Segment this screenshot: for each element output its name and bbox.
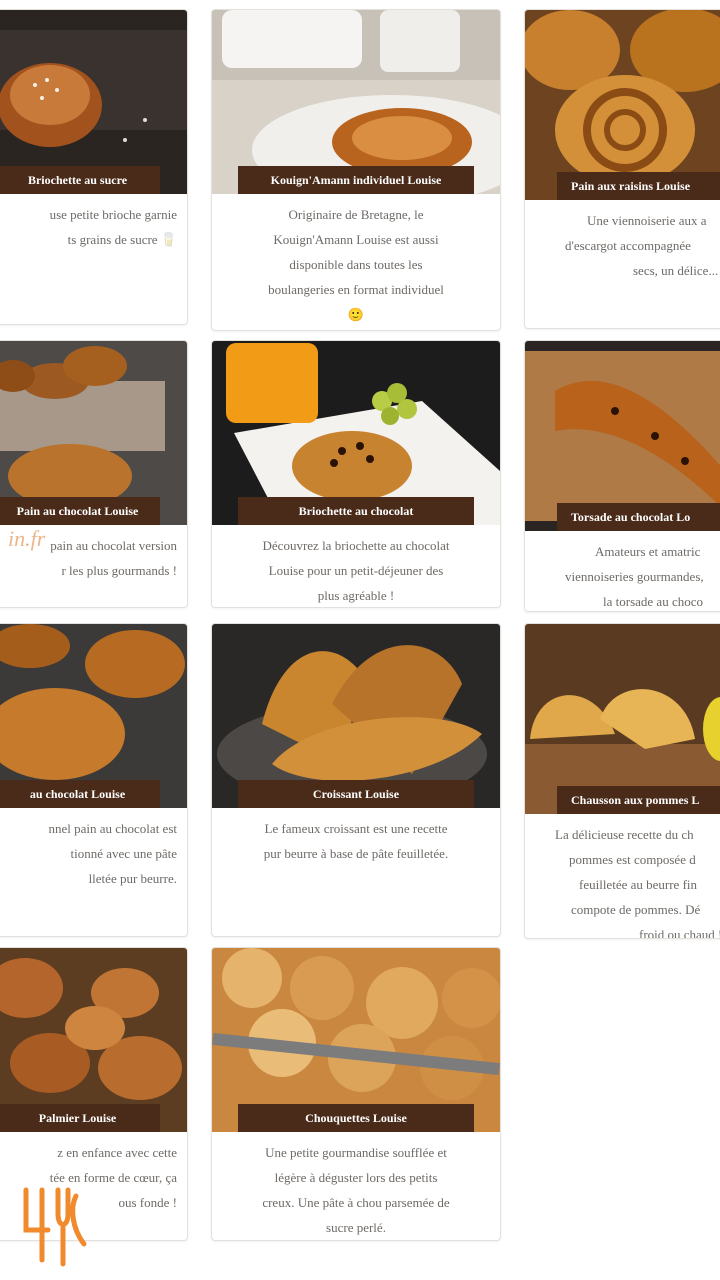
- fork-logo-icon: [23, 1187, 87, 1267]
- product-card-pain-chocolat[interactable]: Pain au chocolat Louise pain au chocolat…: [0, 340, 188, 608]
- product-card-pain-raisins[interactable]: Pain aux raisins Louise Une viennoiserie…: [524, 9, 720, 329]
- product-card-briochette-chocolat[interactable]: Briochette au chocolat Découvrez la brio…: [211, 340, 501, 608]
- product-photo[interactable]: Briochette au sucre: [0, 10, 187, 194]
- product-description: Découvrez la briochette au chocolat Loui…: [262, 538, 450, 603]
- product-photo[interactable]: Chouquettes Louise: [212, 948, 500, 1132]
- product-card-torsade-chocolat[interactable]: Torsade au chocolat Lo Amateurs et amatr…: [524, 340, 720, 612]
- product-photo[interactable]: Palmier Louise: [0, 948, 187, 1132]
- product-card-chausson-pommes[interactable]: Chausson aux pommes L La délicieuse rece…: [524, 623, 720, 939]
- product-description: Amateurs et amatric viennoiseries gourma…: [565, 544, 704, 609]
- product-card-croissant[interactable]: Croissant Louise Le fameux croissant est…: [211, 623, 501, 937]
- watermark-text: in.fr: [8, 526, 46, 551]
- product-title[interactable]: Pain aux raisins Louise: [557, 172, 720, 200]
- product-description: Originaire de Bretagne, le Kouign'Amann …: [212, 194, 500, 327]
- product-title[interactable]: Palmier Louise: [0, 1104, 160, 1132]
- product-title[interactable]: Chausson aux pommes L: [557, 786, 720, 814]
- product-photo[interactable]: Chausson aux pommes L: [525, 624, 720, 814]
- product-title[interactable]: Torsade au chocolat Lo: [557, 503, 720, 531]
- smiley-icon: 🙂: [347, 307, 365, 322]
- product-description: use petite brioche garnie ts grains de s…: [49, 207, 177, 247]
- product-description: Le fameux croissant est une recette pur …: [263, 821, 449, 861]
- product-photo[interactable]: Croissant Louise: [212, 624, 500, 808]
- product-description: La délicieuse recette du ch pommes est c…: [555, 827, 720, 939]
- product-title[interactable]: Chouquettes Louise: [238, 1104, 474, 1132]
- product-title[interactable]: Pain au chocolat Louise: [0, 497, 160, 525]
- product-title[interactable]: au chocolat Louise: [0, 780, 160, 808]
- product-title[interactable]: Briochette au chocolat: [238, 497, 474, 525]
- product-photo[interactable]: Briochette au chocolat: [212, 341, 500, 525]
- product-title[interactable]: Briochette au sucre: [0, 166, 160, 194]
- product-photo[interactable]: Pain au chocolat Louise: [0, 341, 187, 525]
- product-photo[interactable]: Torsade au chocolat Lo: [525, 341, 720, 531]
- product-card-kouign-amann[interactable]: Kouign'Amann individuel Louise Originair…: [211, 9, 501, 331]
- product-description: Une petite gourmandise soufflée et légèr…: [262, 1145, 450, 1235]
- product-photo[interactable]: Kouign'Amann individuel Louise: [212, 10, 500, 194]
- product-description: Une viennoiserie aux a d'escargot accomp…: [565, 213, 719, 278]
- product-description: nnel pain au chocolat est tionné avec un…: [48, 821, 177, 886]
- product-card-pain-chocolat-traditionnel[interactable]: au chocolat Louise nnel pain au chocolat…: [0, 623, 188, 937]
- product-title[interactable]: Kouign'Amann individuel Louise: [238, 166, 474, 194]
- product-card-chouquettes[interactable]: Chouquettes Louise Une petite gourmandis…: [211, 947, 501, 1241]
- product-card-briochette-sucre[interactable]: Briochette au sucre use petite brioche g…: [0, 9, 188, 325]
- product-title[interactable]: Croissant Louise: [238, 780, 474, 808]
- product-photo[interactable]: au chocolat Louise: [0, 624, 187, 808]
- product-photo[interactable]: Pain aux raisins Louise: [525, 10, 720, 200]
